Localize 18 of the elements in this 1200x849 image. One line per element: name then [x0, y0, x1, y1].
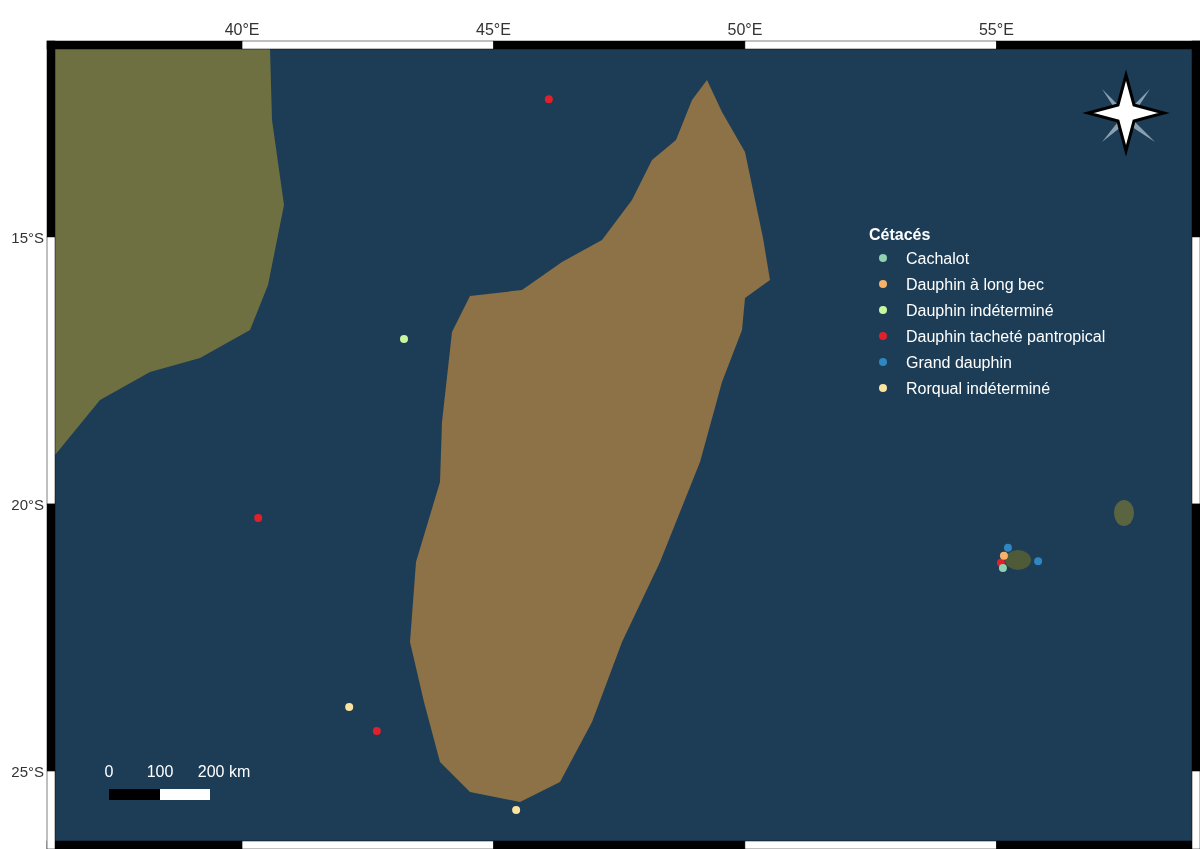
legend-label: Dauphin tacheté pantropical [906, 328, 1106, 345]
legend-label: Rorqual indéterminé [906, 380, 1051, 397]
axis-tick-label: 45°E [476, 21, 511, 38]
axis-tick-label: 40°E [224, 21, 260, 38]
legend-label: Grand dauphin [906, 354, 1012, 371]
legend-label: Cachalot [906, 250, 970, 267]
axis-tick-label: 20°S [11, 496, 44, 513]
axis-tick-label: 15°S [11, 229, 44, 246]
axis-tick-label: 55°E [978, 21, 1014, 38]
scale-label: 0 [104, 763, 114, 780]
compass-icon [1082, 69, 1170, 157]
scale-label: 100 [146, 763, 174, 780]
legend-label: Dauphin à long bec [906, 276, 1044, 293]
legend-title: Cétacés [869, 226, 931, 243]
axis-tick-label: 50°E [727, 21, 763, 38]
legend-label: Dauphin indéterminé [906, 302, 1054, 319]
axis-tick-label: 25°S [11, 763, 44, 781]
scale-label: 200 km [197, 763, 251, 780]
